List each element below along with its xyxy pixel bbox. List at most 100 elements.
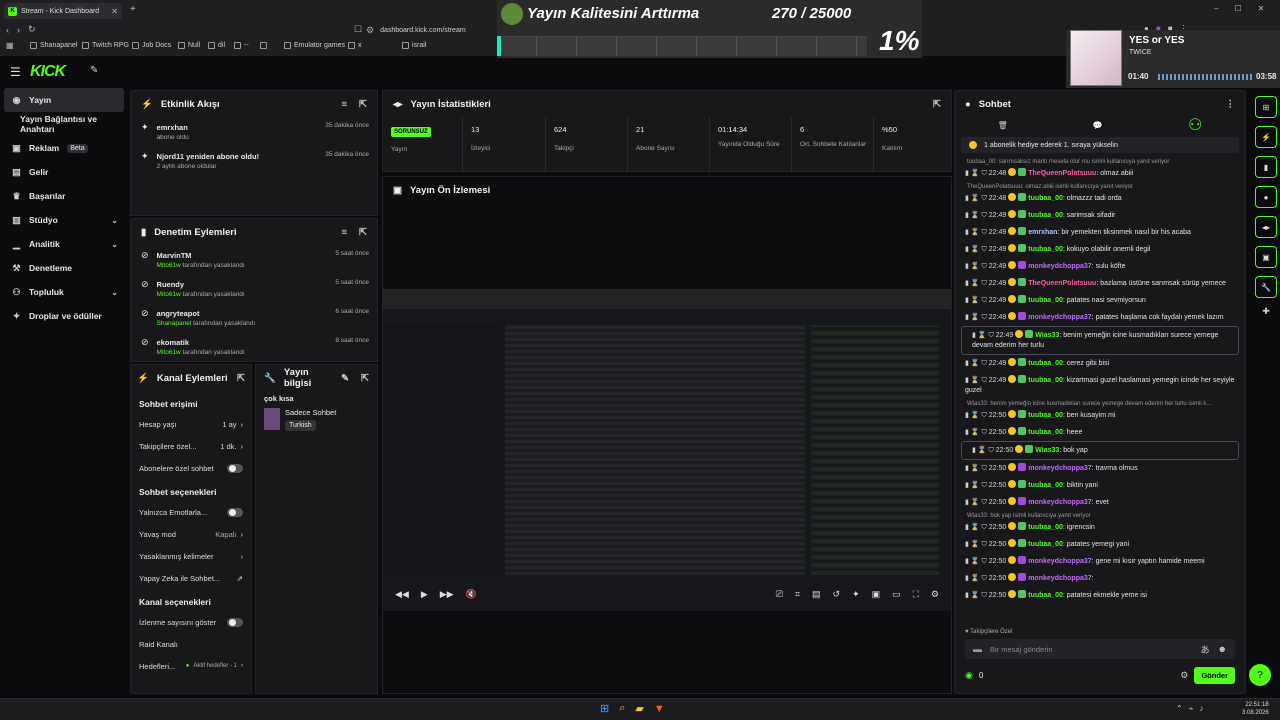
sparkle-icon[interactable]: ✦ xyxy=(852,589,860,600)
maximize-icon[interactable]: ☐ xyxy=(1234,4,1241,13)
message-username[interactable]: tuubaa_00 xyxy=(1028,541,1063,548)
bookmark[interactable]: Twitch RPG xyxy=(82,42,129,49)
raid-setting[interactable]: Raid Kanalı xyxy=(131,633,251,655)
chat-message[interactable]: ▮ ⌛ ⛉ 22:50 tuubaa_00: ben kusayim mi xyxy=(955,407,1245,424)
message-username[interactable]: monkeydchoppa37 xyxy=(1028,465,1091,472)
chat-message[interactable]: ▮ ⌛ ⛉ 22:48 TheQueenPolatsuuu: olmaz.abiii xyxy=(955,165,1245,182)
seek-forward-icon[interactable]: ▶▶ xyxy=(440,589,454,600)
close-tab-icon[interactable]: ✕ xyxy=(111,7,118,16)
hamburger-icon[interactable]: ☰ xyxy=(10,65,21,79)
play-icon[interactable]: ▶ xyxy=(421,589,428,600)
message-actions-icon[interactable]: ▮ ⌛ ⛉ xyxy=(965,212,987,219)
sidebar-item-studyo[interactable]: ▥ Stüdyo ⌄ xyxy=(0,208,128,232)
message-username[interactable]: Wias33 xyxy=(1035,332,1059,339)
rail-button-1[interactable]: ⊞ xyxy=(1255,96,1277,118)
message-username[interactable]: tuubaa_00 xyxy=(1028,297,1063,304)
browser-tab[interactable]: K Stream - Kick Dashboard ✕ xyxy=(4,3,122,19)
popout-icon[interactable]: ⇱ xyxy=(933,99,941,110)
trash-icon[interactable]: 🗑 xyxy=(998,121,1008,130)
pip-icon[interactable]: ▣ xyxy=(872,589,881,600)
message-username[interactable]: TheQueenPolatsuuu xyxy=(1028,170,1096,177)
chat-message[interactable]: ▮ ⌛ ⛉ 22:50 monkeydchoppa37: gene mi kısır… xyxy=(955,553,1245,570)
sidebar-item-topluluk[interactable]: ⚇ Topluluk ⌄ xyxy=(0,280,128,304)
bookmark[interactable]: dil xyxy=(208,42,225,49)
folder-icon[interactable]: ▰ xyxy=(635,702,643,715)
bookmark[interactable]: Job Docs xyxy=(132,42,171,49)
message-actions-icon[interactable]: ▮ ⌛ ⛉ xyxy=(965,360,987,367)
chat-message[interactable]: ▮ ⌛ ⛉ 22:50 tuubaa_00: igrencsin xyxy=(955,519,1245,536)
kick-logo[interactable]: KICK xyxy=(30,63,66,81)
rail-button-3[interactable]: ▮ xyxy=(1255,156,1277,178)
sidebar-item-droplar[interactable]: ✦ Droplar ve ödüller xyxy=(0,304,128,328)
message-actions-icon[interactable]: ▮ ⌛ ⛉ xyxy=(965,541,987,548)
clip-icon[interactable]: ⎚ xyxy=(776,589,783,600)
message-username[interactable]: monkeydchoppa37 xyxy=(1028,575,1091,582)
message-actions-icon[interactable]: ▮ ⌛ ⛉ xyxy=(972,447,994,454)
bookmark[interactable]: Emulator games xyxy=(284,42,345,49)
popout-icon[interactable]: ⇱ xyxy=(237,373,245,384)
goals-setting[interactable]: Hedefleri... ● Aktif hedefler - 1 › xyxy=(131,655,251,677)
chat-message[interactable]: ▮ ⌛ ⛉ 22:50 Wias33: bok yap xyxy=(961,441,1239,460)
minimize-icon[interactable]: – xyxy=(1214,4,1218,13)
sidebar-item-reklam[interactable]: ▣ Reklam Beta xyxy=(0,136,128,160)
settings-icon[interactable]: ⚙ xyxy=(931,589,939,600)
message-actions-icon[interactable]: ▮ ⌛ ⛉ xyxy=(965,377,987,384)
message-username[interactable]: tuubaa_00 xyxy=(1028,412,1063,419)
account-age-setting[interactable]: Hesap yaşı 1 ay › xyxy=(131,413,251,435)
bookmark[interactable]: Shanapanel xyxy=(30,42,77,49)
theater-icon[interactable]: ▭ xyxy=(892,589,901,600)
message-username[interactable]: monkeydchoppa37 xyxy=(1028,314,1091,321)
send-button[interactable]: Gönder xyxy=(1194,666,1235,684)
message-actions-icon[interactable]: ▮ ⌛ ⛉ xyxy=(965,465,987,472)
chat-bubble-icon[interactable]: 💬 xyxy=(1093,121,1103,130)
message-username[interactable]: tuubaa_00 xyxy=(1028,212,1063,219)
bookmark[interactable] xyxy=(260,42,267,49)
message-username[interactable]: Wias33 xyxy=(1035,447,1059,454)
bookmark[interactable]: israil xyxy=(402,42,426,49)
bookmark[interactable]: Null xyxy=(178,42,200,49)
message-actions-icon[interactable]: ▮ ⌛ ⛉ xyxy=(965,499,987,506)
forward-icon[interactable]: › xyxy=(17,25,20,35)
reload-icon[interactable]: ↻ xyxy=(28,24,36,35)
chat-message[interactable]: ▮ ⌛ ⛉ 22:50 monkeydchoppa37: xyxy=(955,570,1245,587)
chat-message[interactable]: ▮ ⌛ ⛉ 22:49 TheQueenPolatsuuu: bazlama üst… xyxy=(955,275,1245,292)
settings-icon[interactable]: ⚙ xyxy=(1180,670,1188,681)
rail-button-2[interactable]: ⚡ xyxy=(1255,126,1277,148)
bookmark[interactable]: x xyxy=(348,42,362,49)
mute-icon[interactable]: 🔇 xyxy=(466,589,477,600)
chat-message[interactable]: ▮ ⌛ ⛉ 22:49 tuubaa_00: patates nasi sevmiy… xyxy=(955,292,1245,309)
brave-browser-icon[interactable]: ▼ xyxy=(654,703,665,715)
network-icon[interactable]: ⌁ xyxy=(1189,704,1194,713)
back-icon[interactable]: ‹ xyxy=(6,25,9,35)
chat-message[interactable]: ▮ ⌛ ⛉ 22:49 Wias33: benim yemeğin icine ku… xyxy=(961,326,1239,355)
message-username[interactable]: tuubaa_00 xyxy=(1028,246,1063,253)
translate-icon[interactable]: あ xyxy=(1201,643,1210,656)
emotes-only-toggle[interactable] xyxy=(227,507,243,517)
popout-icon[interactable]: ⇱ xyxy=(361,373,369,384)
chat-message[interactable]: ▮ ⌛ ⛉ 22:50 tuubaa_00: patates yemegi yani xyxy=(955,536,1245,553)
ai-chat-setting[interactable]: Yapay Zeka ile Sohbet... ⇗ xyxy=(131,567,251,589)
seek-back-icon[interactable]: ◀◀ xyxy=(395,589,409,600)
banned-words-setting[interactable]: Yasaklanmış kelimeler › xyxy=(131,545,251,567)
chat-message[interactable]: ▮ ⌛ ⛉ 22:49 emrxhan: bir yemekten tiksinme… xyxy=(955,224,1245,241)
rail-button-5[interactable]: ◂▸ xyxy=(1255,216,1277,238)
chat-message[interactable]: ▮ ⌛ ⛉ 22:49 tuubaa_00: kizartmasi guzel ha… xyxy=(955,372,1245,399)
message-actions-icon[interactable]: ▮ ⌛ ⛉ xyxy=(965,195,987,202)
sidebar-item-stream-key[interactable]: Yayın Bağlantısı ve Anahtarı xyxy=(0,112,128,136)
add-widget-icon[interactable]: ✚ xyxy=(1252,306,1280,317)
message-actions-icon[interactable]: ▮ ⌛ ⛉ xyxy=(965,412,987,419)
pinned-banner[interactable]: 1 abonelik hediye ederek 1. sıraya yükse… xyxy=(961,137,1239,153)
chat-message[interactable]: ▮ ⌛ ⛉ 22:48 tuubaa_00: olmazzz tadi orda xyxy=(955,190,1245,207)
emoji-icon[interactable]: ☻ xyxy=(1218,644,1227,654)
windows-start-icon[interactable]: ⊞ xyxy=(600,702,609,715)
message-username[interactable]: emrxhan xyxy=(1028,229,1057,236)
chat-message[interactable]: ▮ ⌛ ⛉ 22:49 tuubaa_00: cerez gibi bisi xyxy=(955,355,1245,372)
chat-message[interactable]: ▮ ⌛ ⛉ 22:49 tuubaa_00: sarimsak sifadir xyxy=(955,207,1245,224)
image-icon[interactable]: ▤ xyxy=(812,589,821,600)
bookmark[interactable]: -- xyxy=(234,42,249,49)
message-actions-icon[interactable]: ▮ ⌛ ⛉ xyxy=(965,263,987,270)
volume-icon[interactable]: ♪ xyxy=(1200,704,1204,713)
sidebar-item-denetleme[interactable]: ⚒ Denetleme xyxy=(0,256,128,280)
chat-message[interactable]: ▮ ⌛ ⛉ 22:49 monkeydchoppa37: sulu köfte xyxy=(955,258,1245,275)
new-tab-button[interactable]: + xyxy=(130,4,136,15)
